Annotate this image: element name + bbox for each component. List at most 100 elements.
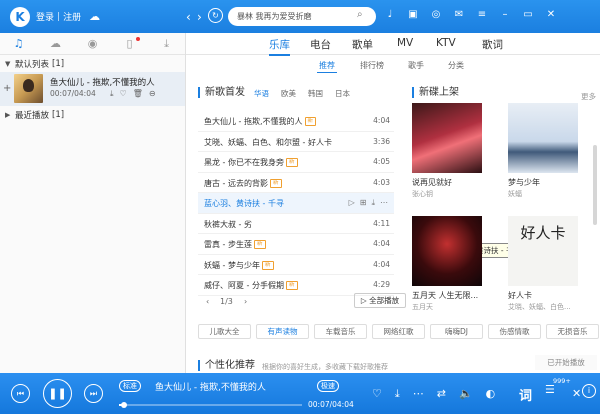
album-card[interactable]: 梦与少年 妖蝠 [508,103,578,198]
favorite-icon[interactable]: ♡ [120,89,127,99]
tag-item[interactable]: 车载音乐 [314,324,367,339]
region-filters: 华语 欧美 韩国 日本 [254,88,350,99]
player-actions: ♡ ⤓ ⋯ ⇄ 🔈 ◐ [372,387,495,401]
recent-played-header[interactable]: ▶ 最近播放 [1] [0,106,185,123]
add-icon[interactable]: + [3,83,11,94]
search-input[interactable]: 暴林 我再为爱受折磨 [228,7,376,26]
tag-item[interactable]: 有声读物 [256,324,309,339]
skin-icon[interactable]: ▣ [407,9,419,20]
mic-icon[interactable]: ♩ [384,9,396,20]
subtab-recommend[interactable]: 推荐 [317,60,337,73]
next-icon[interactable]: ⏭ [84,384,103,403]
tab-library[interactable]: 乐库 [269,37,290,56]
tag-item[interactable]: 无损音乐 [546,324,599,339]
subtab-charts[interactable]: 排行榜 [360,60,384,71]
tab-ktv[interactable]: KTV [436,37,456,49]
new-songs-title: 新歌首发 [198,87,245,98]
song-row[interactable]: 雷真 - 步生莲新 4:04 [198,234,394,255]
play-all-button[interactable]: ▷ 全部播放 [354,293,406,308]
new-badge: 新 [261,260,274,270]
playlist-icon[interactable]: ☰ [545,383,555,396]
info-icon[interactable]: i [582,384,596,398]
song-row[interactable]: 黑龙 - 你已不在我身旁新 4:05 [198,152,394,173]
subtab-artists[interactable]: 歌手 [408,60,424,71]
game-icon[interactable]: ◎ [430,9,442,20]
tab-playlists[interactable]: 歌单 [352,37,373,52]
forward-icon[interactable]: › [197,10,202,24]
progress-knob[interactable] [121,402,128,408]
tag-item[interactable]: 网络红歌 [372,324,425,339]
playing-started-toast: 已开始播放 [535,355,597,370]
progress-bar[interactable] [119,404,302,406]
volume-icon[interactable]: 🔈 [459,387,473,401]
refresh-icon[interactable]: ↻ [208,8,223,23]
quality-button[interactable]: 极速 [317,380,339,392]
page-indicator: 1/3 [220,297,233,306]
album-card[interactable]: 说再见就好 张心钥 [412,103,482,198]
default-list-label: 默认列表 [15,59,50,70]
tag-item[interactable]: 儿歌大全 [198,324,251,339]
tag-item[interactable]: 嗨嗨DJ [430,324,483,339]
minimize-icon[interactable]: – [499,9,511,20]
previous-icon[interactable]: ⏮ [11,384,30,403]
music-note-icon[interactable]: ♫ [0,37,37,50]
song-row[interactable]: 秋裤大叔 - 劣 4:11 [198,214,394,234]
heart-icon[interactable]: ♡ [372,387,382,401]
radio-icon[interactable]: ◉ [74,37,111,50]
album-card[interactable]: 五月天 人生无限... 五月天 [412,216,482,311]
tag-item[interactable]: 伤感情歌 [488,324,541,339]
delete-icon[interactable]: 🗑 [133,89,143,99]
pause-icon[interactable]: ❚❚ [43,379,72,408]
recent-played-label: 最近播放 [15,110,50,121]
default-list-header[interactable]: ▼ 默认列表 [1] [0,55,185,72]
more-player-icon[interactable]: ⋯ [413,387,424,401]
download-icon[interactable]: ⤓ [148,37,185,51]
tab-radio[interactable]: 电台 [310,37,331,52]
song-row[interactable]: 鱼大仙儿 - 拖欺,不懂我的人新 4:04 [198,111,394,132]
loop-icon[interactable]: ⇄ [437,387,446,401]
song-row[interactable]: 艾晓、妖蝠、白色、和尔盟 - 好人卡 3:36 [198,132,394,152]
album-art: 好人卡 [508,216,578,286]
album-card[interactable]: 好人卡 好人卡 艾晓、妖蝠、白色... [508,216,578,311]
filter-chinese[interactable]: 华语 [254,88,269,99]
more-options-icon[interactable]: ⋯ [380,198,388,208]
album-artist: 妖蝠 [508,190,522,198]
sound-mode-button[interactable]: 标准 [119,380,141,392]
register-link[interactable]: 注册 [63,10,81,23]
subtab-categories[interactable]: 分类 [448,60,464,71]
menu-icon[interactable]: ≡ [476,9,488,20]
next-page-icon[interactable]: › [244,297,247,306]
effect-icon[interactable]: ◐ [486,387,496,401]
song-duration: 4:29 [373,280,390,289]
song-row[interactable]: 妖蝠 - 梦与少年新 4:04 [198,255,394,275]
more-link[interactable]: 更多 [581,91,596,102]
login-link[interactable]: 登录 [36,10,54,23]
prev-page-icon[interactable]: ‹ [206,297,209,306]
back-icon[interactable]: ‹ [186,10,191,24]
filter-western[interactable]: 欧美 [281,88,296,99]
lyric-button[interactable]: 词 [519,385,532,404]
filter-japanese[interactable]: 日本 [335,88,350,99]
add-to-list-icon[interactable]: ⊞ [360,198,367,208]
search-icon[interactable]: ⌕ [357,9,363,20]
close-icon[interactable]: ✕ [545,9,557,20]
tab-lyrics[interactable]: 歌词 [482,37,503,52]
mini-mode-icon[interactable]: ▭ [522,9,534,20]
song-row[interactable]: 唐古 - 远去的背影新 4:03 [198,173,394,193]
close-player-icon[interactable]: ✕ [572,387,581,400]
song-row-hovered[interactable]: 蓝心羽、黄诗扶 - 千寻 ▷ ⊞ ⤓ ⋯ [198,193,394,214]
phone-icon[interactable]: ▯ [111,37,148,50]
new-badge: 新 [269,178,282,188]
filter-korean[interactable]: 韩国 [308,88,323,99]
cloud-tab-icon[interactable]: ☁ [37,37,74,50]
download-song-icon[interactable]: ⤓ [110,89,114,99]
tab-mv[interactable]: MV [397,37,413,49]
play-icon[interactable]: ▷ [349,198,355,208]
scrollbar-thumb[interactable] [593,145,597,225]
download-row-icon[interactable]: ⤓ [371,198,375,208]
cloud-icon[interactable]: ☁ [89,10,100,23]
playlist-song-item[interactable]: + 鱼大仙儿 - 拖欺,不懂我的人 00:07/04:04 ⤓ ♡ 🗑 ⊖ [0,72,185,106]
mail-icon[interactable]: ✉ [453,9,465,20]
more-icon[interactable]: ⊖ [149,89,156,99]
download-player-icon[interactable]: ⤓ [395,387,400,401]
